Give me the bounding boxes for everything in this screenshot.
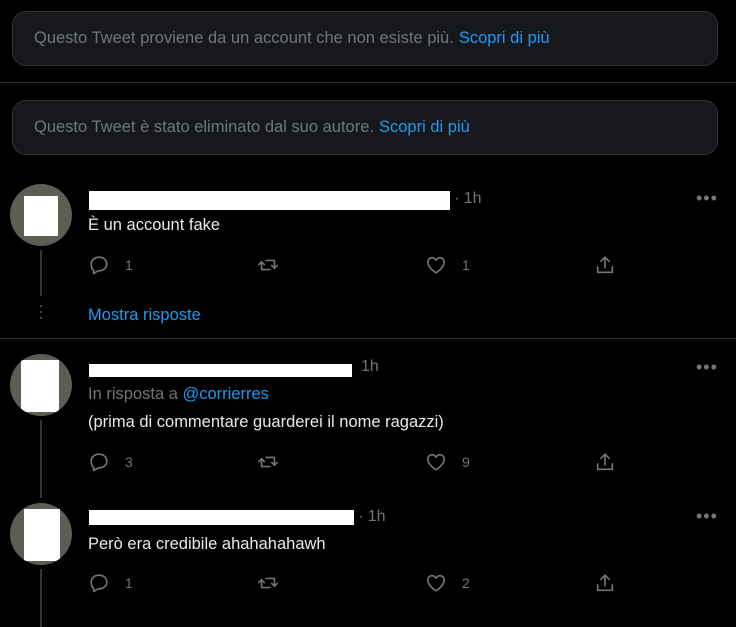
retweet-icon (258, 456, 278, 468)
reply-button[interactable]: 3 (88, 451, 133, 473)
heart-icon (426, 574, 446, 592)
mention-link[interactable]: @corrierres (182, 385, 268, 403)
divider (0, 82, 736, 83)
like-count: 1 (462, 257, 470, 273)
like-button[interactable]: 2 (425, 572, 470, 594)
thread-line (40, 569, 42, 627)
avatar[interactable] (10, 503, 72, 565)
reply-icon (90, 574, 108, 593)
thread-line (40, 250, 42, 296)
reply-icon (90, 256, 108, 275)
share-icon (596, 574, 614, 592)
reply-count: 1 (125, 575, 133, 591)
tweet-text: Però era credibile ahahahahawh (88, 535, 326, 553)
retweet-icon (258, 259, 278, 271)
timestamp[interactable]: · 1h (358, 508, 386, 526)
avatar-redaction (24, 509, 60, 561)
retweet-button[interactable] (257, 451, 294, 473)
deleted-tweet-notice: Questo Tweet è stato eliminato dal suo a… (12, 100, 718, 155)
thread-dots (40, 305, 42, 323)
reply-context: In risposta a @corrierres (88, 385, 269, 404)
like-count: 9 (462, 454, 470, 470)
avatar[interactable] (10, 354, 72, 416)
heart-icon (426, 453, 446, 471)
share-icon (596, 256, 614, 274)
thread-line (40, 420, 42, 498)
reply-button[interactable]: 1 (88, 254, 133, 276)
timestamp[interactable]: 1h (361, 358, 379, 376)
reply-prefix: In risposta a (88, 385, 178, 403)
like-button[interactable]: 1 (425, 254, 470, 276)
reply-button[interactable]: 1 (88, 572, 133, 594)
learn-more-link[interactable]: Scopri di più (459, 29, 550, 48)
like-count: 2 (462, 575, 470, 591)
timestamp[interactable]: · 1h (454, 190, 482, 208)
avatar-redaction (24, 196, 58, 236)
learn-more-link[interactable]: Scopri di più (379, 118, 470, 137)
retweet-icon (258, 577, 278, 589)
user-name-redacted[interactable] (89, 364, 352, 377)
reply-count: 3 (125, 454, 133, 470)
more-options-icon[interactable]: ••• (696, 506, 718, 527)
user-name-redacted[interactable] (89, 510, 354, 525)
avatar-redaction (21, 360, 59, 412)
tweet-text: (prima di commentare guarderei il nome r… (88, 413, 444, 431)
share-button[interactable] (594, 451, 616, 473)
reply-count: 1 (125, 257, 133, 273)
share-icon (596, 453, 614, 471)
tweet-text: È un account fake (88, 216, 221, 234)
share-button[interactable] (594, 254, 616, 276)
share-button[interactable] (594, 572, 616, 594)
reply-icon (90, 453, 108, 472)
retweet-button[interactable] (257, 572, 294, 594)
divider (0, 338, 736, 339)
avatar[interactable] (10, 184, 72, 246)
user-name-redacted[interactable] (89, 191, 450, 210)
like-button[interactable]: 9 (425, 451, 470, 473)
notice-text: Questo Tweet proviene da un account che … (34, 29, 454, 47)
notice-text: Questo Tweet è stato eliminato dal suo a… (34, 118, 374, 136)
heart-icon (426, 256, 446, 274)
more-options-icon[interactable]: ••• (696, 357, 718, 378)
retweet-button[interactable] (257, 254, 294, 276)
unavailable-tweet-notice: Questo Tweet proviene da un account che … (12, 11, 718, 66)
show-replies-link[interactable]: Mostra risposte (88, 306, 201, 325)
more-options-icon[interactable]: ••• (696, 188, 718, 209)
